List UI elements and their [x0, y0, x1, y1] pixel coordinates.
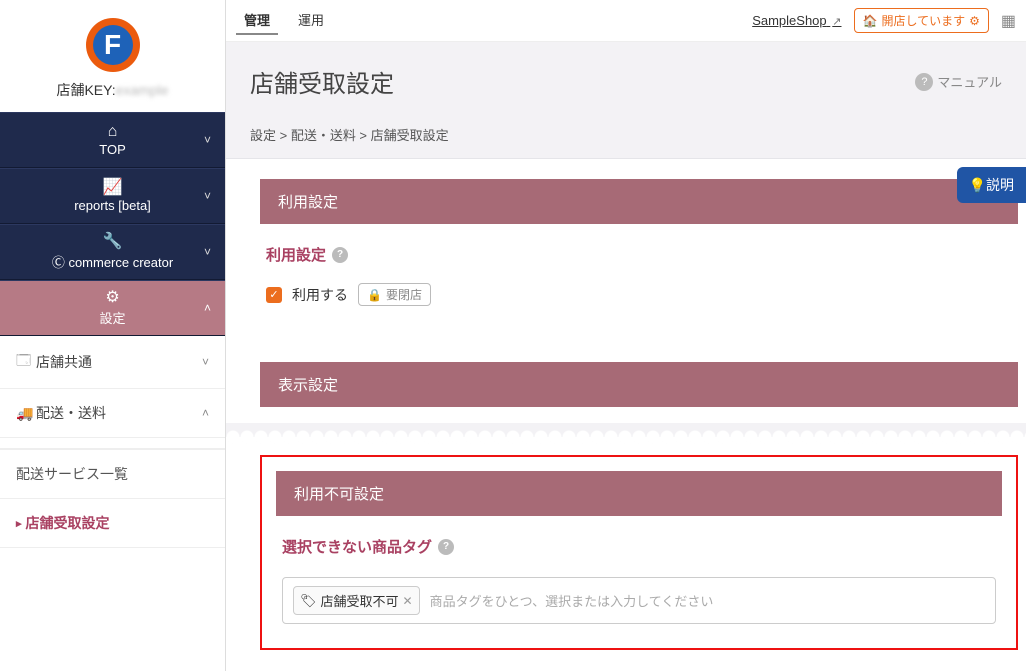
sub-shipping[interactable]: 🚚 配送・送料 ˄ — [0, 389, 225, 438]
logo-area: F — [0, 0, 225, 80]
nav-top-label: TOP — [99, 142, 126, 157]
help-icon[interactable]: ? — [332, 247, 348, 263]
wrench-icon: 🔧 — [103, 234, 123, 250]
tab-admin[interactable]: 管理 — [236, 6, 278, 35]
chevron-down-icon: ˅ — [204, 189, 211, 203]
highlight-disable-box: 利用不可設定 選択できない商品タグ ? 🏷 店舗受取不可 ✕ 商品タグをひとつ、… — [260, 455, 1018, 650]
chevron-down-icon: ˅ — [204, 133, 211, 147]
window-icon: 🗔 — [16, 350, 36, 374]
torn-divider — [0, 438, 225, 450]
help-icon: ? — [915, 73, 933, 91]
panel-usage: 利用設定 利用設定 ? ✓ 利用する 🔒 要閉店 — [260, 179, 1018, 342]
manual-link[interactable]: ? マニュアル — [915, 72, 1002, 91]
section-bar-display: 表示設定 — [260, 362, 1018, 407]
tag-input-placeholder: 商品タグをひとつ、選択または入力してください — [430, 591, 714, 610]
truck-icon: 🚚 — [16, 405, 36, 422]
nav-settings-label: 設定 — [99, 308, 125, 327]
close-required-badge: 🔒 要閉店 — [358, 283, 431, 306]
topbar: 管理 運用 SampleShop ↗ 🏠 開店しています ⚙ ▦ — [226, 0, 1026, 42]
torn-divider — [226, 423, 1026, 437]
shop-key: 店舗KEY:example — [0, 80, 225, 112]
chevron-down-icon: ˅ — [204, 245, 211, 259]
home-icon: ⌂ — [108, 124, 118, 140]
page-title: 店舗受取設定 — [250, 64, 394, 99]
remove-tag-icon[interactable]: ✕ — [403, 594, 413, 608]
torn-divider — [226, 437, 1026, 451]
section-bar-disable: 利用不可設定 — [276, 471, 1002, 516]
logo-letter: F — [93, 25, 133, 65]
manual-label: マニュアル — [937, 72, 1002, 91]
product-tag-input[interactable]: 🏷 店舗受取不可 ✕ 商品タグをひとつ、選択または入力してください — [282, 577, 996, 624]
nav-reports-label: reports [beta] — [74, 198, 151, 213]
nav-settings[interactable]: ⚙ 設定 ˄ — [0, 280, 225, 336]
lock-icon: 🔒 — [367, 288, 382, 302]
use-checkbox-label: 利用する — [292, 285, 348, 305]
breadcrumb: 設定 > 配送・送料 > 店舗受取設定 — [226, 115, 1026, 159]
tag-chip-label: 店舗受取不可 — [321, 591, 399, 610]
store-icon: 🏠 — [863, 14, 878, 28]
nav-cc-label: Ⓒ commerce creator — [52, 252, 173, 271]
sub-list: 🗔 店舗共通 ˅ 🚚 配送・送料 ˄ — [0, 336, 225, 438]
main: 管理 運用 SampleShop ↗ 🏠 開店しています ⚙ ▦ 店舗受取設定 … — [225, 0, 1026, 671]
sub-delivery-services[interactable]: 配送サービス一覧 — [0, 450, 225, 499]
chevron-up-icon: ˄ — [202, 406, 209, 420]
open-status-badge[interactable]: 🏠 開店しています ⚙ — [854, 8, 989, 33]
nav-reports[interactable]: 📈 reports [beta] ˅ — [0, 168, 225, 224]
explain-tab[interactable]: 💡説明 — [957, 167, 1026, 203]
logo: F — [86, 18, 140, 72]
shop-key-label: 店舗KEY: — [56, 82, 115, 98]
tag-chip: 🏷 店舗受取不可 ✕ — [293, 586, 420, 615]
chevron-up-icon: ˄ — [204, 301, 211, 315]
content: 💡説明 利用設定 利用設定 ? ✓ 利用する 🔒 要閉店 表示設定 — [226, 159, 1026, 671]
shop-link-label: SampleShop — [752, 13, 826, 28]
field-label-disable: 選択できない商品タグ ? — [282, 536, 996, 557]
tab-operate[interactable]: 運用 — [290, 6, 332, 35]
shop-link[interactable]: SampleShop ↗ — [752, 13, 841, 28]
sub-store-pickup-label: 店舗受取設定 — [26, 513, 110, 533]
sub-shipping-label: 配送・送料 — [36, 403, 106, 423]
gear-icon: ⚙ — [969, 14, 980, 28]
open-status-label: 開店しています — [881, 12, 965, 29]
sidebar: F 店舗KEY:example ⌂ TOP ˅ 📈 reports [beta]… — [0, 0, 225, 671]
sub-list-2: 配送サービス一覧 店舗受取設定 — [0, 450, 225, 548]
tag-icon: 🏷 — [300, 593, 317, 609]
gear-icon: ⚙ — [105, 290, 119, 306]
chevron-down-icon: ˅ — [202, 355, 209, 369]
panel-display: 表示設定 — [260, 362, 1018, 407]
field-label-usage: 利用設定 ? — [266, 244, 1012, 265]
apps-grid-icon[interactable]: ▦ — [1001, 11, 1016, 31]
section-bar-usage: 利用設定 — [260, 179, 1018, 224]
external-link-icon: ↗ — [832, 16, 841, 28]
use-checkbox[interactable]: ✓ — [266, 287, 282, 303]
help-icon[interactable]: ? — [438, 539, 454, 555]
nav-commerce-creator[interactable]: 🔧 Ⓒ commerce creator ˅ — [0, 224, 225, 280]
sub-store-pickup[interactable]: 店舗受取設定 — [0, 499, 225, 548]
sub-store-common-label: 店舗共通 — [36, 352, 92, 372]
nav-top[interactable]: ⌂ TOP ˅ — [0, 112, 225, 168]
chart-icon: 📈 — [103, 180, 123, 196]
shop-key-value: example — [116, 82, 169, 98]
sub-store-common[interactable]: 🗔 店舗共通 ˅ — [0, 336, 225, 389]
page-header: 店舗受取設定 ? マニュアル — [226, 42, 1026, 115]
sub-delivery-services-label: 配送サービス一覧 — [16, 464, 128, 484]
